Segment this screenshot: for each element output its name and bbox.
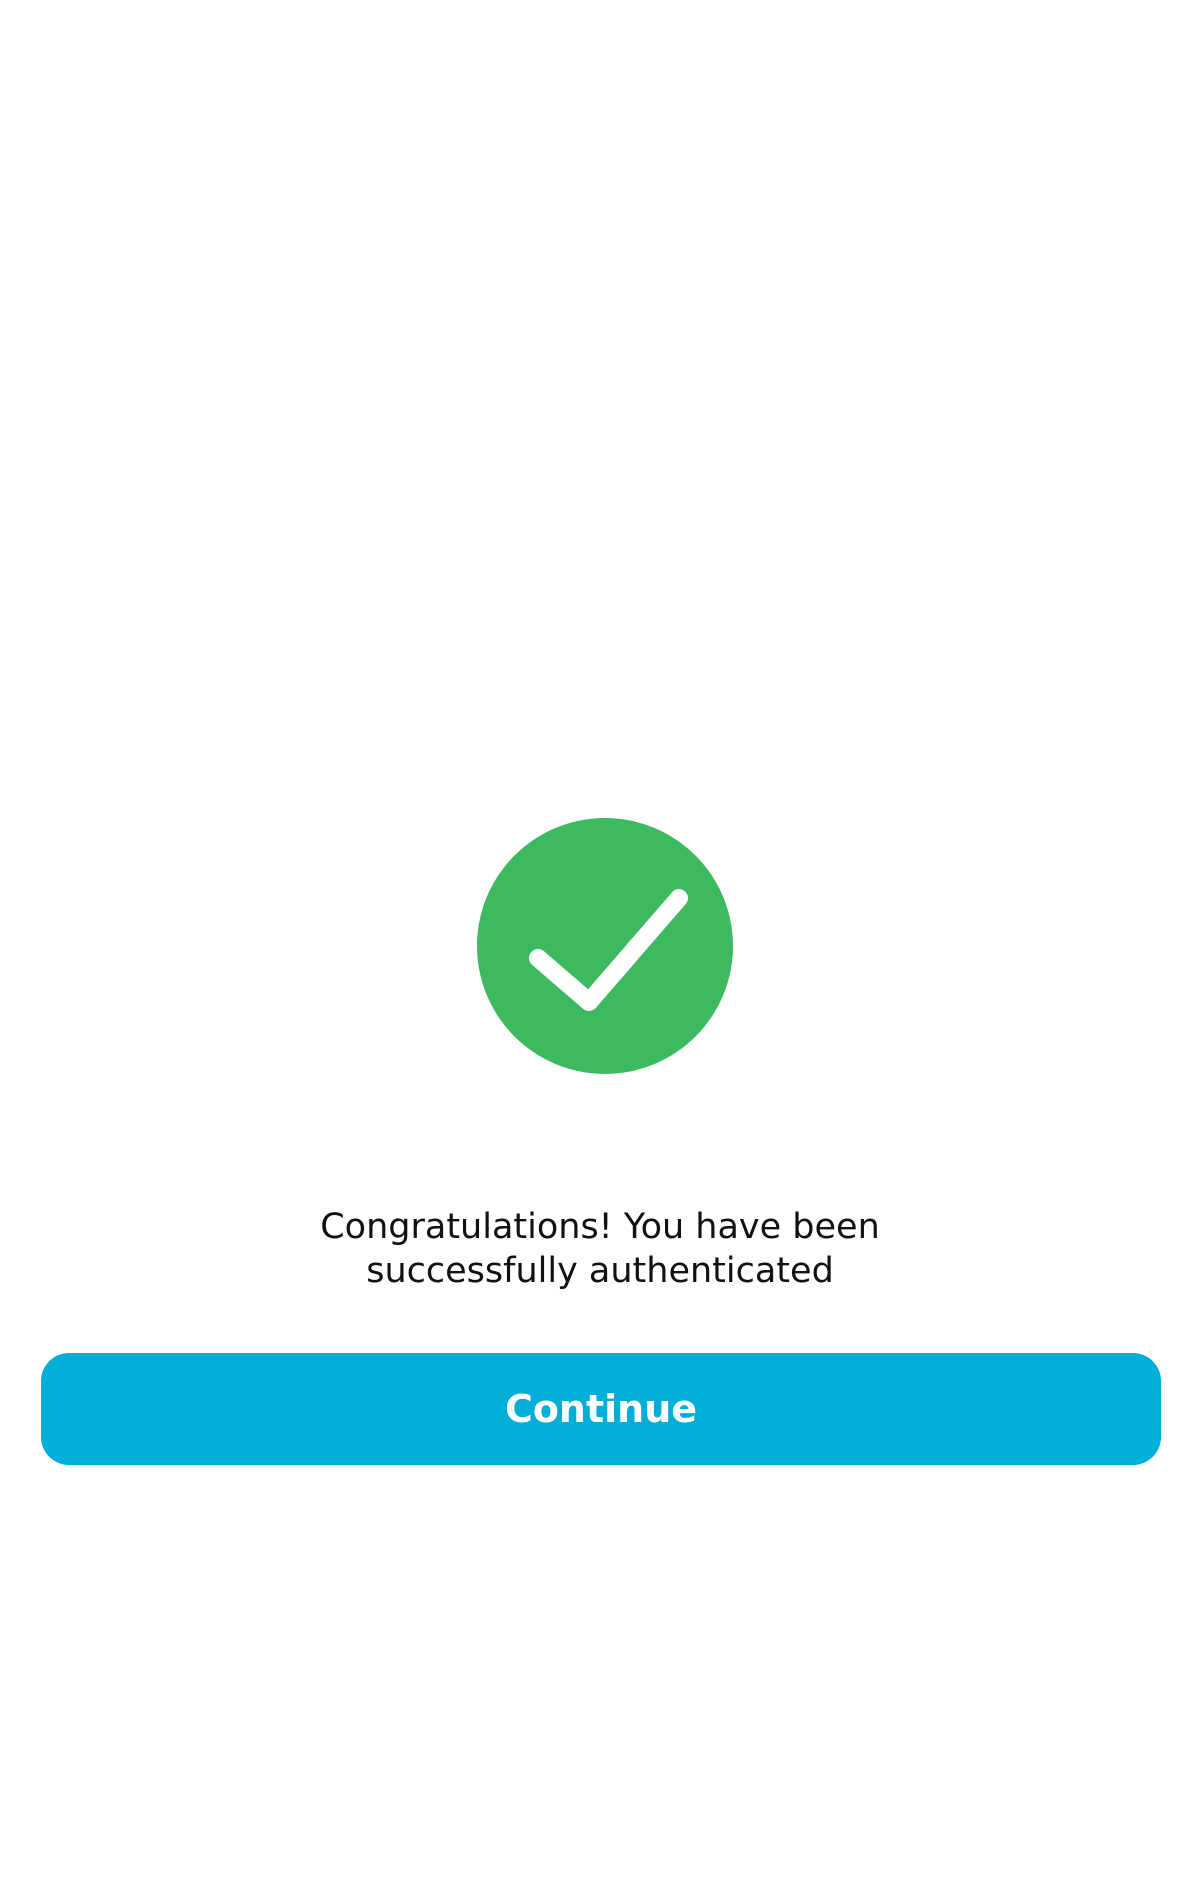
check-circle-graphic [477,818,733,1074]
authentication-success-screen: Congratulations! You have been successfu… [0,0,1200,1878]
success-message-line-1: Congratulations! You have been [320,1207,880,1247]
success-message: Congratulations! You have been successfu… [0,1205,1200,1293]
success-circle [477,818,733,1074]
check-circle-icon [477,818,733,1074]
success-message-line-2: successfully authenticated [366,1251,834,1291]
continue-button[interactable]: Continue [41,1353,1161,1465]
